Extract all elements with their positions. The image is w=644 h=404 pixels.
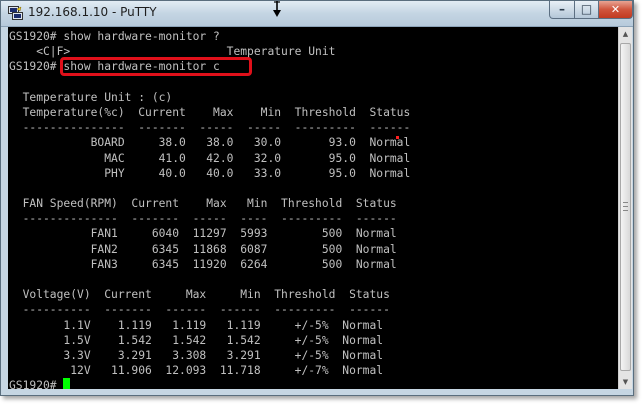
maximize-button[interactable]: □: [574, 1, 599, 19]
scroll-thumb[interactable]: [620, 43, 631, 371]
putty-icon[interactable]: [8, 6, 23, 20]
terminal-line: 1.5V 1.542 1.542 1.542 +/-5% Normal: [9, 333, 384, 347]
close-button[interactable]: ✕: [598, 1, 633, 19]
terminal-line: FAN Speed(RPM) Current Max Min Threshold…: [9, 197, 397, 211]
terminal-line: 3.3V 3.291 3.308 3.291 +/-5% Normal: [9, 348, 384, 362]
terminal-line: FAN1 6040 11297 5993 500 Normal: [9, 227, 397, 241]
maximize-icon: □: [580, 1, 593, 16]
command-highlight-box: [60, 57, 252, 76]
terminal-line: GS1920# show hardware-monitor ?: [9, 30, 220, 43]
close-icon: ✕: [610, 3, 621, 16]
terminal-line: Temperature(%c) Current Max Min Threshol…: [9, 105, 411, 119]
terminal-line: 12V 11.906 12.093 11.718 +/-7% Normal: [9, 364, 384, 378]
arrow-cursor-icon: [273, 1, 281, 17]
terminal-line: BOARD 38.0 38.0 30.0 93.0 Normal: [9, 136, 411, 150]
title-bar[interactable]: 192.168.1.10 - PuTTY – □ ✕: [1, 1, 633, 27]
terminal-prompt: GS1920#: [9, 379, 64, 389]
terminal-line: --------------- ------- ----- ----- ----…: [9, 121, 411, 135]
minimize-icon: –: [559, 1, 565, 16]
terminal-output: GS1920# show hardware-monitor ? <C|F> Te…: [9, 29, 410, 389]
putty-window: 192.168.1.10 - PuTTY – □ ✕ GS1920# show …: [0, 0, 634, 396]
terminal-line: Temperature Unit : (c): [9, 90, 173, 104]
terminal-line: PHY 40.0 40.0 33.0 95.0 Normal: [9, 166, 411, 180]
vertical-scrollbar[interactable]: ▲ ▼: [618, 27, 632, 389]
annotation-dot: [396, 136, 399, 139]
scroll-up-icon[interactable]: ▲: [619, 27, 632, 41]
terminal-line: MAC 41.0 42.0 32.0 95.0 Normal: [9, 151, 411, 165]
window-title: 192.168.1.10 - PuTTY: [28, 5, 157, 19]
terminal-line: Voltage(V) Current Max Min Threshold Sta…: [9, 288, 390, 302]
terminal-line: 1.1V 1.119 1.119 1.119 +/-5% Normal: [9, 318, 384, 332]
terminal-line: -------------- ------- ----- ---- ------…: [9, 212, 397, 226]
minimize-button[interactable]: –: [549, 1, 575, 19]
grip-icon: [623, 202, 628, 211]
terminal-line: FAN2 6345 11868 6087 500 Normal: [9, 242, 397, 256]
text-cursor: [63, 378, 71, 389]
terminal-screen[interactable]: GS1920# show hardware-monitor ? <C|F> Te…: [8, 27, 618, 389]
terminal-line: ---------- ------- ------ ------ -------…: [9, 303, 390, 317]
scroll-down-icon[interactable]: ▼: [619, 375, 632, 389]
terminal-line: FAN3 6345 11920 6264 500 Normal: [9, 257, 397, 271]
terminal-prompt-line[interactable]: GS1920#: [9, 378, 410, 389]
